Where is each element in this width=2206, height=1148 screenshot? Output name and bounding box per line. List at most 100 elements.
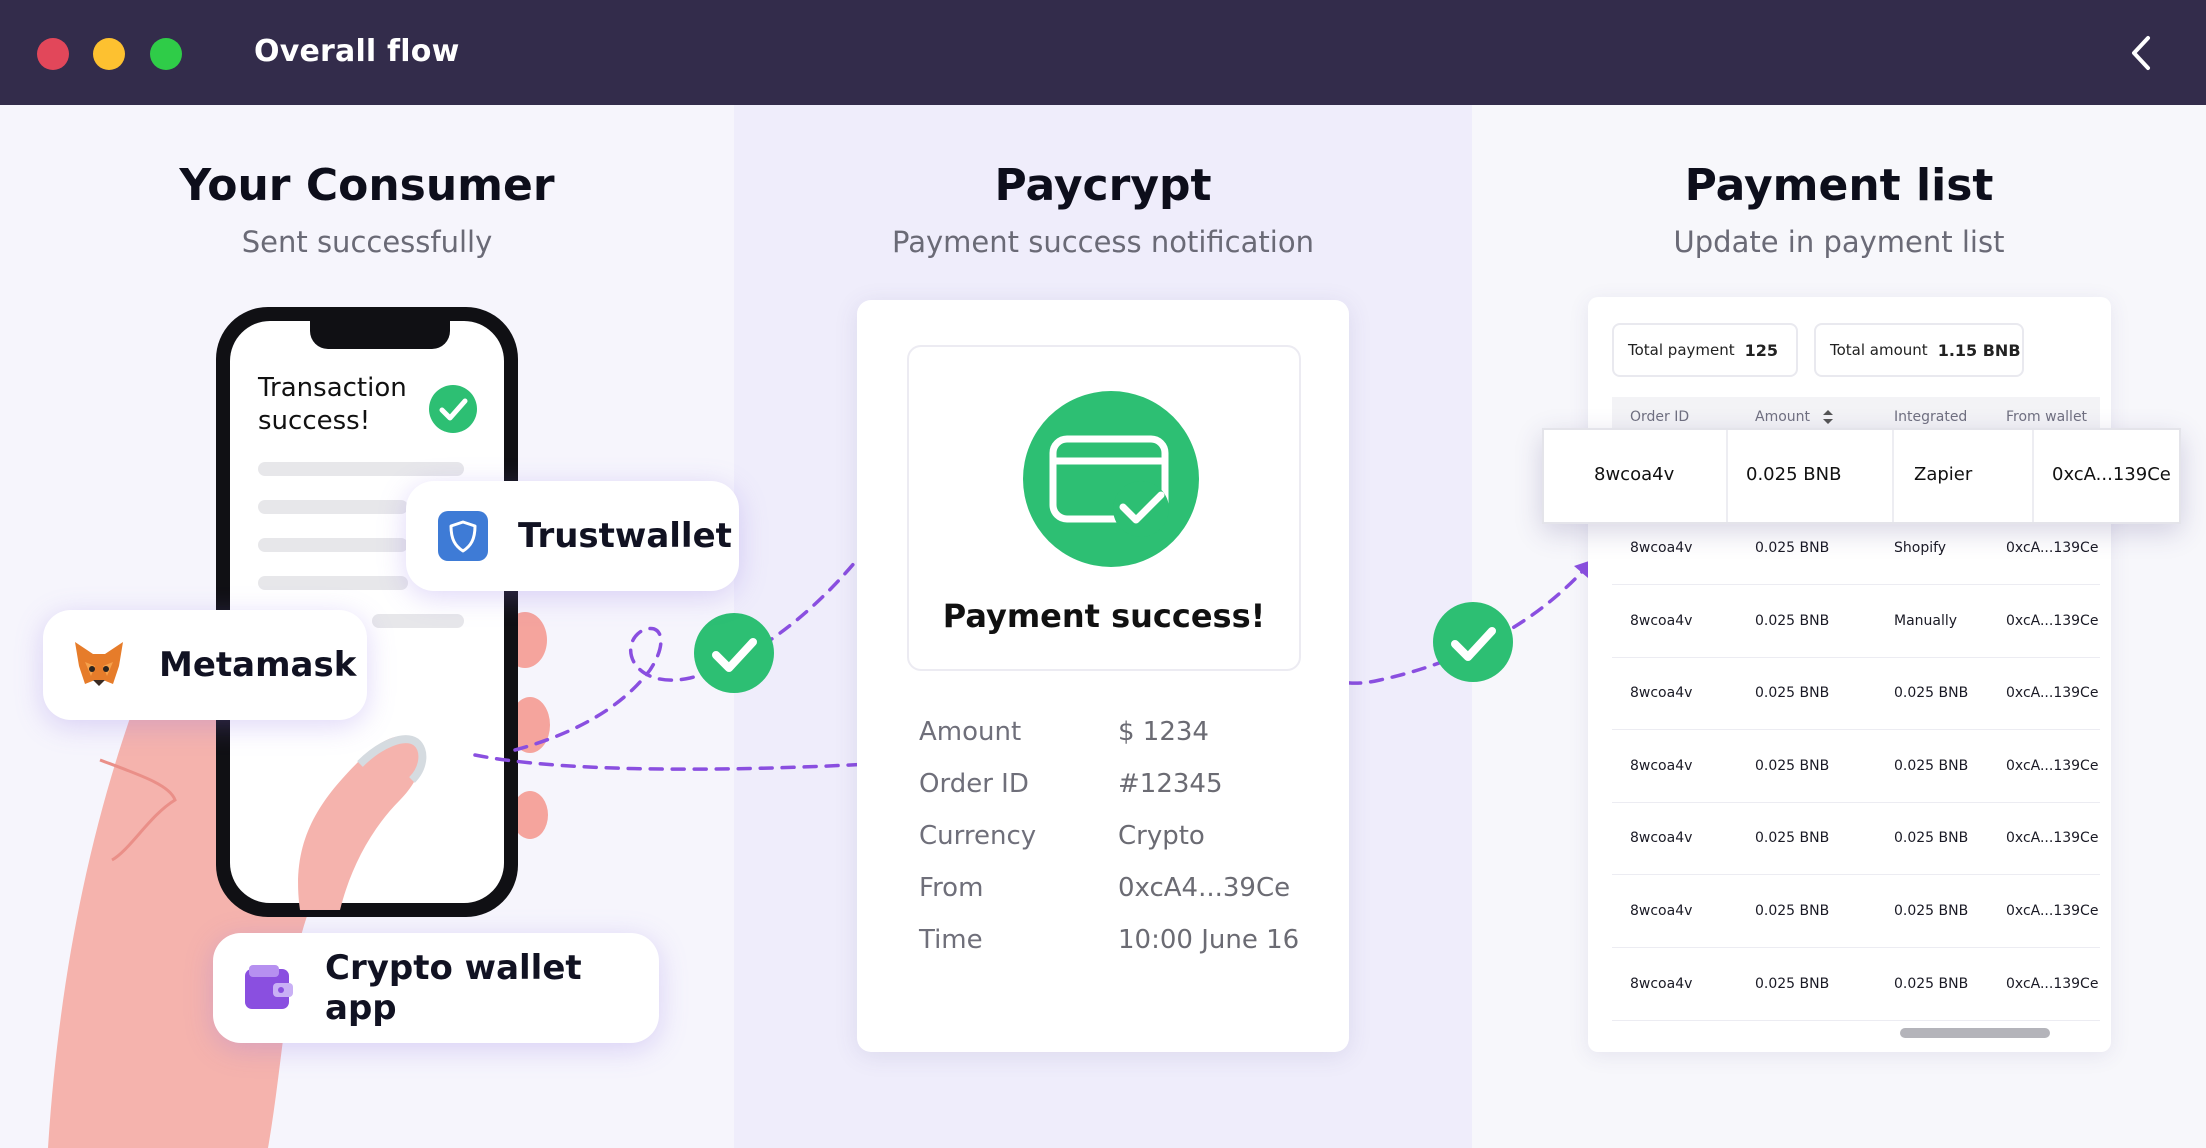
minimize-window-button[interactable] [93,38,125,70]
detail-value: #12345 [1118,769,1223,799]
paycrypt-subheading: Payment success notification [892,225,1314,259]
window-titlebar: Overall flow [0,0,2206,105]
detail-value: Crypto [1118,821,1205,851]
column-header[interactable]: From wallet [2006,409,2087,425]
window-title: Overall flow [254,34,460,69]
skeleton-line [258,576,408,590]
skeleton-line [258,500,408,514]
detail-label: Amount [919,717,1022,747]
amount-cell: 0.025 BNB [1755,540,1830,556]
payment-success-title: Payment success! [942,597,1266,635]
order-id-cell: 8wcoa4v [1630,612,1693,629]
cell-divider [2032,430,2034,522]
order-id-cell: 8wcoa4v [1630,975,1693,992]
from-wallet-cell: 0xcA...139Ce [2006,903,2099,919]
horizontal-scrollbar[interactable] [1900,1028,2050,1038]
order-id-cell: 8wcoa4v [1630,540,1693,556]
shield-icon [438,511,488,561]
integrated-cell: Shopify [1894,540,1947,556]
total-amount-label: Total amount [1830,341,1928,359]
skeleton-line [372,614,464,628]
from-wallet-cell: 0xcA...139Ce [2052,464,2171,485]
detail-label: From [919,873,984,903]
integrated-cell: 0.025 BNB [1894,830,1969,847]
payment-notification-card: Payment success! Amount $ 1234 Order ID … [857,300,1349,1052]
detail-label: Time [919,925,983,955]
total-payment-stat: Total payment 125 [1612,323,1798,377]
total-payment-value: 125 [1744,340,1779,360]
payment-list-heading: Payment list [1684,160,1994,211]
payment-list-table: Total payment 125 Total amount 1.15 BNB … [1588,297,2111,1052]
from-wallet-cell: 0xcA...139Ce [2006,685,2099,702]
consumer-heading: Your Consumer [179,160,555,211]
payment-list-subheading: Update in payment list [1673,225,2005,259]
crypto-wallet-app-label: Crypto wallet app [325,948,582,1028]
from-wallet-cell: 0xcA...139Ce [2006,612,2099,629]
trustwallet-label: Trustwallet [518,516,732,556]
table-row[interactable]: 8wcoa4v 0.025 BNB 0.025 BNB 0xcA...139Ce [1612,875,2100,948]
skeleton-line [258,462,464,476]
maximize-window-button[interactable] [150,38,182,70]
detail-value: 0xcA4...39Ce [1118,873,1291,903]
payment-success-box: Payment success! [907,345,1301,671]
close-window-button[interactable] [37,38,69,70]
order-id-cell: 8wcoa4v [1630,685,1693,702]
detail-value: $ 1234 [1118,717,1209,747]
metamask-chip[interactable]: Metamask [43,610,367,720]
new-payment-row[interactable]: 8wcoa4v 0.025 BNB Zapier 0xcA...139Ce [1542,428,2181,524]
detail-value: 10:00 June 16 [1118,925,1300,955]
table-row[interactable]: 8wcoa4v 0.025 BNB 0.025 BNB 0xcA...139Ce [1612,730,2100,803]
cell-divider [1726,430,1728,522]
order-id-cell: 8wcoa4v [1630,903,1693,919]
detail-label: Currency [919,821,1037,851]
from-wallet-cell: 0xcA...139Ce [2006,830,2099,847]
amount-cell: 0.025 BNB [1755,975,1830,992]
column-header[interactable]: Order ID [1630,409,1689,425]
integrated-cell: 0.025 BNB [1894,903,1969,919]
from-wallet-cell: 0xcA...139Ce [2006,975,2099,992]
order-id-cell: 8wcoa4v [1630,757,1693,774]
check-circle-icon [1433,602,1513,682]
amount-cell: 0.025 BNB [1755,757,1830,774]
amount-cell: 0.025 BNB [1755,903,1830,919]
integrated-cell: Zapier [1914,464,1973,485]
total-amount-value: 1.15 BNB [1937,340,2021,360]
integrated-cell: Manually [1894,612,1958,629]
skeleton-line [258,538,408,552]
total-amount-stat: Total amount 1.15 BNB [1814,323,2024,377]
column-header[interactable]: Integrated [1894,409,1967,425]
check-circle-icon [694,613,774,693]
table-row[interactable]: 8wcoa4v 0.025 BNB 0.025 BNB 0xcA...139Ce [1612,948,2100,1021]
card-check-icon [1023,391,1199,567]
chevron-left-icon[interactable] [2118,28,2168,78]
phone-notch [310,321,450,349]
detail-label: Order ID [919,769,1029,799]
sort-icon[interactable] [1822,409,1834,425]
transaction-success-text: Transaction success! [258,373,407,436]
from-wallet-cell: 0xcA...139Ce [2006,757,2099,774]
wallet-icon [245,965,293,1009]
fox-icon [75,642,123,686]
amount-cell: 0.025 BNB [1755,830,1830,847]
check-circle-icon [429,385,477,433]
table-row[interactable]: 8wcoa4v 0.025 BNB 0.025 BNB 0xcA...139Ce [1612,657,2100,731]
consumer-subheading: Sent successfully [241,225,493,259]
integrated-cell: 0.025 BNB [1894,757,1969,774]
integrated-cell: 0.025 BNB [1894,975,1969,992]
total-payment-label: Total payment [1628,341,1735,359]
amount-cell: 0.025 BNB [1746,464,1842,485]
integrated-cell: 0.025 BNB [1894,685,1969,702]
order-id-cell: 8wcoa4v [1630,830,1693,847]
cell-divider [1892,430,1894,522]
column-header[interactable]: Amount [1755,409,1810,425]
metamask-label: Metamask [159,645,357,685]
table-row[interactable]: 8wcoa4v 0.025 BNB 0.025 BNB 0xcA...139Ce [1612,802,2100,876]
order-id-cell: 8wcoa4v [1594,464,1675,485]
from-wallet-cell: 0xcA...139Ce [2006,540,2099,556]
paycrypt-heading: Paycrypt [994,160,1212,211]
crypto-wallet-app-chip[interactable]: Crypto wallet app [213,933,659,1043]
table-row[interactable]: 8wcoa4v 0.025 BNB Manually 0xcA...139Ce [1612,585,2100,658]
amount-cell: 0.025 BNB [1755,685,1830,702]
thumb-illustration [298,735,427,910]
trustwallet-chip[interactable]: Trustwallet [406,481,739,591]
